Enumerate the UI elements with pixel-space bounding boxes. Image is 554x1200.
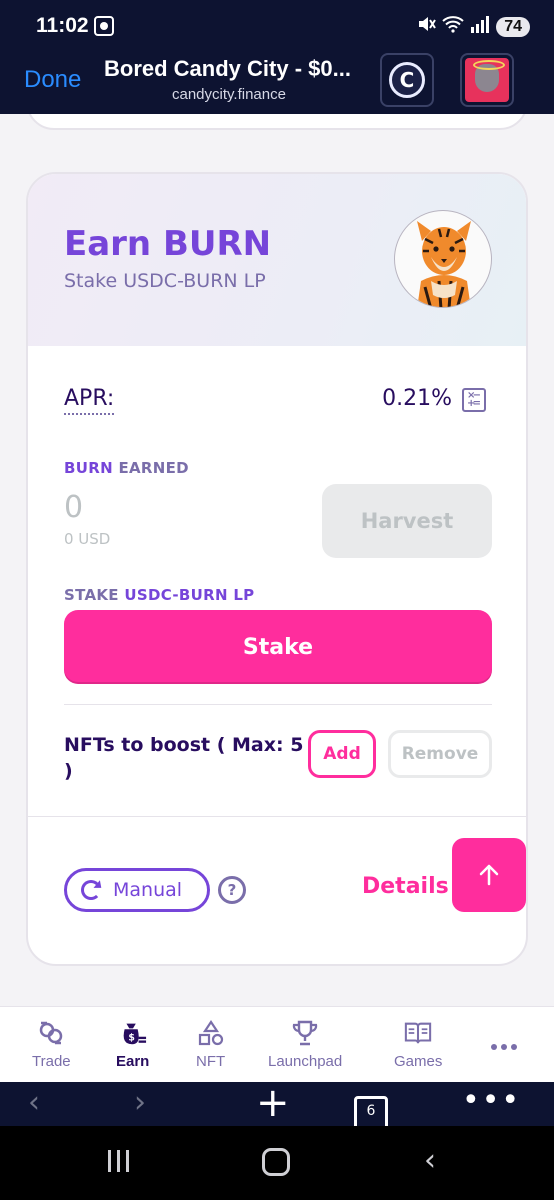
- nav-games[interactable]: Games: [394, 1019, 442, 1070]
- page-title: Bored Candy City - $0...: [104, 56, 351, 81]
- new-tab-icon[interactable]: +: [256, 1083, 290, 1123]
- earned-token: BURN: [64, 459, 113, 477]
- more-options-icon[interactable]: •••: [462, 1084, 521, 1118]
- stake-button[interactable]: Stake: [64, 610, 492, 684]
- mute-icon: [416, 14, 437, 39]
- app-bottom-nav: Trade $ Earn NFT Launchpad Games: [0, 1006, 554, 1082]
- apr-label[interactable]: APR:: [64, 386, 115, 415]
- earned-suffix: EARNED: [112, 459, 189, 477]
- forward-icon[interactable]: ›: [134, 1086, 146, 1120]
- page-content: Earn BURN Stake USDC-BURN LP APR: 0.21% …: [0, 114, 554, 1006]
- nft-icon: [197, 1019, 225, 1047]
- svg-text:$: $: [128, 1032, 135, 1043]
- nav-nft-label: NFT: [196, 1053, 226, 1070]
- back-icon[interactable]: ‹: [28, 1086, 40, 1120]
- harvest-button[interactable]: Harvest: [322, 484, 492, 558]
- nav-earn[interactable]: $ Earn: [116, 1019, 149, 1070]
- add-nft-button[interactable]: Add: [308, 730, 376, 778]
- profile-extension-button[interactable]: [460, 53, 514, 107]
- pool-title: Earn BURN: [64, 224, 272, 264]
- nav-launchpad[interactable]: Launchpad: [268, 1019, 342, 1070]
- recent-apps-icon[interactable]: [108, 1150, 129, 1172]
- manual-badge: Manual: [64, 868, 210, 912]
- tiger-token-icon: [394, 210, 492, 308]
- more-icon: [490, 1033, 518, 1061]
- nav-launchpad-label: Launchpad: [268, 1053, 343, 1070]
- status-bar: 11:02 74: [0, 0, 554, 52]
- earned-usd: 0 USD: [64, 530, 111, 548]
- ape-avatar-icon: [465, 58, 509, 102]
- arrow-up-icon: [479, 864, 499, 886]
- previous-pool-card: [26, 114, 528, 130]
- nav-games-label: Games: [394, 1053, 443, 1070]
- signal-icon: [470, 15, 490, 38]
- nav-trade[interactable]: Trade: [32, 1019, 71, 1070]
- pool-subtitle: Stake USDC-BURN LP: [64, 270, 266, 292]
- remove-nft-button[interactable]: Remove: [388, 730, 492, 778]
- book-icon: [404, 1019, 432, 1047]
- manual-label: Manual: [113, 879, 183, 901]
- trade-icon: [37, 1019, 65, 1047]
- stake-prefix: STAKE: [64, 586, 125, 604]
- browser-toolbar: ‹ › + 6 •••: [0, 1082, 554, 1126]
- wifi-icon: [442, 15, 464, 38]
- done-button[interactable]: Done: [24, 66, 81, 94]
- earned-amount: 0: [64, 490, 84, 525]
- status-icons: 74: [416, 14, 530, 39]
- nft-boost-text: NFTs to boost ( Max: 5 ): [64, 734, 304, 782]
- nav-nft[interactable]: NFT: [196, 1019, 225, 1070]
- earn-icon: $: [119, 1019, 147, 1047]
- nav-earn-label: Earn: [116, 1053, 150, 1070]
- system-nav-bar: ‹: [0, 1126, 554, 1200]
- candy-logo-icon: C: [389, 62, 425, 98]
- battery-indicator: 74: [496, 16, 530, 37]
- earned-label: BURN EARNED: [64, 459, 189, 477]
- screen-record-icon: [94, 16, 114, 36]
- divider: [64, 704, 492, 705]
- candy-extension-button[interactable]: C: [380, 53, 434, 107]
- stake-label: STAKE USDC-BURN LP: [64, 586, 254, 604]
- calculator-icon[interactable]: × − + =: [462, 388, 486, 412]
- details-toggle[interactable]: Details: [362, 874, 449, 899]
- system-back-icon[interactable]: ‹: [424, 1146, 436, 1176]
- page-url: candycity.finance: [172, 86, 286, 103]
- apr-value: 0.21%: [382, 386, 452, 411]
- scroll-to-top-button[interactable]: [452, 838, 526, 912]
- refresh-icon: [81, 880, 101, 900]
- divider: [28, 816, 526, 817]
- browser-header: Done Bored Candy City - $0... candycity.…: [0, 52, 554, 114]
- help-icon[interactable]: ?: [218, 876, 246, 904]
- nav-trade-label: Trade: [32, 1053, 71, 1070]
- tabs-button[interactable]: 6: [354, 1096, 388, 1126]
- trophy-icon: [291, 1019, 319, 1047]
- pool-card-header: Earn BURN Stake USDC-BURN LP: [28, 174, 526, 346]
- nav-more[interactable]: [490, 1033, 518, 1061]
- status-time: 11:02: [36, 14, 89, 37]
- stake-token: USDC-BURN LP: [124, 586, 255, 604]
- home-icon[interactable]: [262, 1148, 290, 1176]
